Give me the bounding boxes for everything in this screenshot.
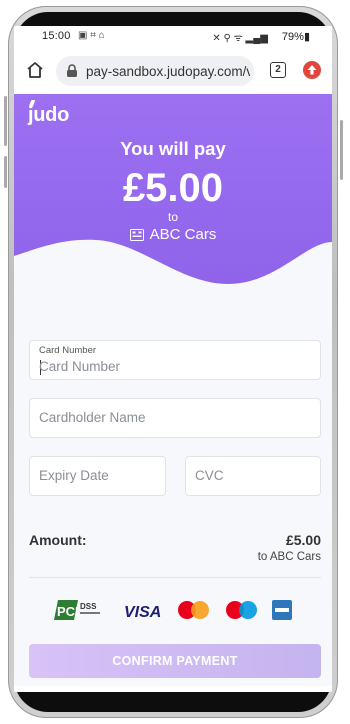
pay-label: You will pay (120, 138, 226, 159)
battery-indicator: 79%▮ (281, 31, 310, 43)
amount-label: Amount: (29, 532, 87, 548)
divider (29, 577, 321, 578)
visa-logo: VISA (124, 604, 161, 621)
status-bar: 15:00 ▣ ⌗ ⌂ ✕ ⚲ ᯤ ▂▄▆ 79%▮ (14, 26, 332, 48)
merchant-name: ABC Cars (14, 226, 332, 243)
url-text: pay-sandbox.judopay.com/v (86, 64, 250, 79)
power-button (340, 120, 343, 180)
card-number-placeholder: Card Number (39, 359, 121, 374)
status-time: 15:00 (42, 30, 71, 42)
cardholder-placeholder: Cardholder Name (39, 410, 146, 425)
pay-amount: £5.00 (122, 166, 224, 210)
update-icon[interactable] (303, 61, 321, 79)
android-nav-bar: ||| ‹ (14, 686, 332, 692)
system-icons: ✕ ⚲ ᯤ ▂▄▆ (212, 33, 268, 44)
accepted-cards: PCI DSS VISA (14, 596, 332, 624)
payment-header: judo You will pay £5.00 to ABC Cars (14, 94, 332, 286)
card-number-label: Card Number (39, 345, 97, 356)
pci-dss-logo: PCI DSS (54, 600, 100, 620)
amex-logo (272, 600, 292, 620)
svg-text:PCI: PCI (57, 604, 79, 619)
volume-button (4, 96, 7, 146)
merchant-icon (129, 229, 144, 241)
browser-toolbar: pay-sandbox.judopay.com/v 2 (14, 48, 332, 94)
mastercard-logo (178, 601, 209, 619)
confirm-payment-button[interactable]: CONFIRM PAYMENT (29, 644, 321, 678)
volume-button-2 (4, 156, 7, 188)
expiry-date-field[interactable]: Expiry Date (29, 456, 166, 496)
tab-switcher-button[interactable]: 2 (270, 62, 286, 78)
lock-icon (67, 64, 77, 77)
url-bar[interactable]: pay-sandbox.judopay.com/v (56, 56, 254, 86)
expiry-placeholder: Expiry Date (39, 468, 109, 483)
amount-value: £5.00 (285, 532, 321, 548)
to-label: to (167, 210, 178, 224)
amount-merchant: to ABC Cars (257, 551, 321, 563)
screen: 15:00 ▣ ⌗ ⌂ ✕ ⚲ ᯤ ▂▄▆ 79%▮ pay-sandbox.j… (14, 26, 332, 692)
cardholder-name-field[interactable]: Cardholder Name (29, 398, 321, 438)
card-number-field[interactable]: Card Number Card Number (29, 340, 321, 380)
judo-logo: judo (28, 100, 69, 127)
cvc-field[interactable]: CVC (185, 456, 321, 496)
cvc-placeholder: CVC (195, 468, 224, 483)
notification-icons: ▣ ⌗ ⌂ (78, 30, 105, 41)
maestro-logo (226, 601, 257, 619)
home-icon[interactable] (26, 61, 44, 79)
svg-text:DSS: DSS (80, 602, 97, 611)
